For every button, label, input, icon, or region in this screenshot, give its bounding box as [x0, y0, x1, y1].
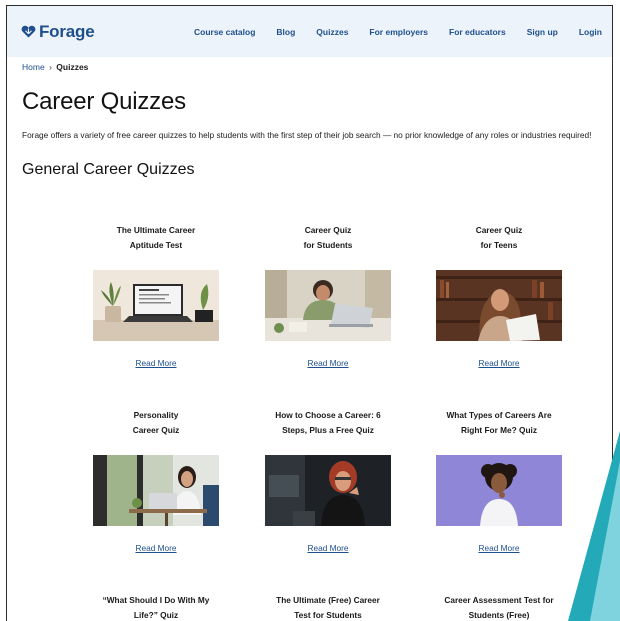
- quiz-card: What Types of Careers Are Right For Me? …: [434, 408, 564, 553]
- quiz-card-title-line: The Ultimate Career: [116, 225, 196, 235]
- quiz-card-image[interactable]: [436, 455, 562, 526]
- quiz-card-title-line: The Ultimate (Free) Career: [276, 595, 380, 605]
- nav-blog[interactable]: Blog: [276, 27, 295, 37]
- quiz-card-image[interactable]: [93, 270, 219, 341]
- breadcrumb-home[interactable]: Home: [22, 62, 45, 72]
- read-more-link[interactable]: Read More: [434, 543, 564, 553]
- quiz-card-title-line: “What Should I Do With My: [102, 595, 210, 605]
- quiz-card-title-line: Personality: [133, 410, 179, 420]
- quiz-card-title[interactable]: Career Quiz for Teens: [434, 223, 564, 255]
- nav-for-educators[interactable]: For educators: [449, 27, 506, 37]
- nav-links: Course catalog Blog Quizzes For employer…: [173, 27, 602, 37]
- quiz-card-title-line: What Types of Careers Are: [446, 410, 552, 420]
- read-more-link[interactable]: Read More: [434, 358, 564, 368]
- quiz-card-image[interactable]: [436, 270, 562, 341]
- quiz-card-title-line: Test for Students: [294, 610, 362, 620]
- nav-quizzes[interactable]: Quizzes: [316, 27, 348, 37]
- quiz-card-title[interactable]: What Types of Careers Are Right For Me? …: [434, 408, 564, 440]
- quiz-card-title[interactable]: “What Should I Do With My Life?” Quiz: [91, 593, 221, 621]
- quiz-card-image[interactable]: [265, 455, 391, 526]
- quiz-card-title[interactable]: The Ultimate (Free) Career Test for Stud…: [263, 593, 393, 621]
- brand-name: Forage: [39, 21, 95, 41]
- read-more-link[interactable]: Read More: [91, 543, 221, 553]
- top-navigation: Forage Course catalog Blog Quizzes For e…: [7, 6, 612, 57]
- quiz-card-image[interactable]: [93, 455, 219, 526]
- quiz-card-title-line: Life?” Quiz: [133, 610, 179, 620]
- quiz-card-title-line: Career Quiz: [475, 225, 523, 235]
- quiz-card: The Ultimate Career Aptitude Test Read M…: [91, 223, 221, 368]
- quiz-card: “What Should I Do With My Life?” Quiz: [91, 593, 221, 621]
- quiz-card-title[interactable]: How to Choose a Career: 6 Steps, Plus a …: [263, 408, 393, 440]
- quiz-card: Career Quiz for Teens Read More: [434, 223, 564, 368]
- quiz-card: How to Choose a Career: 6 Steps, Plus a …: [263, 408, 393, 553]
- quiz-card-image[interactable]: [265, 270, 391, 341]
- quiz-card: Career Assessment Test for Students (Fre…: [434, 593, 564, 621]
- quiz-card-title-line: Career Quiz: [304, 225, 352, 235]
- quiz-card-title-line: Steps, Plus a Free Quiz: [282, 425, 374, 435]
- quiz-card-title[interactable]: The Ultimate Career Aptitude Test: [91, 223, 221, 255]
- quiz-card-title[interactable]: Personality Career Quiz: [91, 408, 221, 440]
- nav-sign-up[interactable]: Sign up: [527, 27, 558, 37]
- quiz-card-title[interactable]: Career Assessment Test for Students (Fre…: [434, 593, 564, 621]
- quiz-card: Personality Career Quiz Read More: [91, 408, 221, 553]
- page-title: Career Quizzes: [22, 88, 186, 115]
- quiz-card-title-line: for Teens: [480, 240, 518, 250]
- read-more-link[interactable]: Read More: [91, 358, 221, 368]
- quiz-card-title-line: Career Assessment Test for: [444, 595, 554, 605]
- quiz-card-title-line: How to Choose a Career: 6: [275, 410, 381, 420]
- read-more-link[interactable]: Read More: [263, 358, 393, 368]
- browser-page: Forage Course catalog Blog Quizzes For e…: [6, 5, 613, 621]
- quiz-card-title-line: Right For Me? Quiz: [460, 425, 538, 435]
- breadcrumb-separator: ›: [49, 62, 52, 72]
- quiz-card-title-line: Students (Free): [468, 610, 530, 620]
- quiz-card: Career Quiz for Students Read More: [263, 223, 393, 368]
- quiz-card-title-line: Career Quiz: [132, 425, 180, 435]
- quiz-card-title-line: Aptitude Test: [129, 240, 183, 250]
- section-title: General Career Quizzes: [22, 161, 195, 178]
- nav-login[interactable]: Login: [579, 27, 602, 37]
- read-more-link[interactable]: Read More: [263, 543, 393, 553]
- quiz-card-title[interactable]: Career Quiz for Students: [263, 223, 393, 255]
- quiz-card-title-line: for Students: [303, 240, 353, 250]
- breadcrumb-current: Quizzes: [56, 62, 89, 72]
- nav-course-catalog[interactable]: Course catalog: [194, 27, 255, 37]
- breadcrumb: Home › Quizzes: [7, 57, 612, 76]
- corner-decoration-light: [590, 461, 620, 621]
- brand-logo[interactable]: Forage: [21, 21, 95, 42]
- nav-for-employers[interactable]: For employers: [369, 27, 428, 37]
- page-intro: Forage offers a variety of free career q…: [22, 130, 592, 140]
- quiz-card: The Ultimate (Free) Career Test for Stud…: [263, 593, 393, 621]
- forage-heart-logo-icon: [21, 25, 36, 38]
